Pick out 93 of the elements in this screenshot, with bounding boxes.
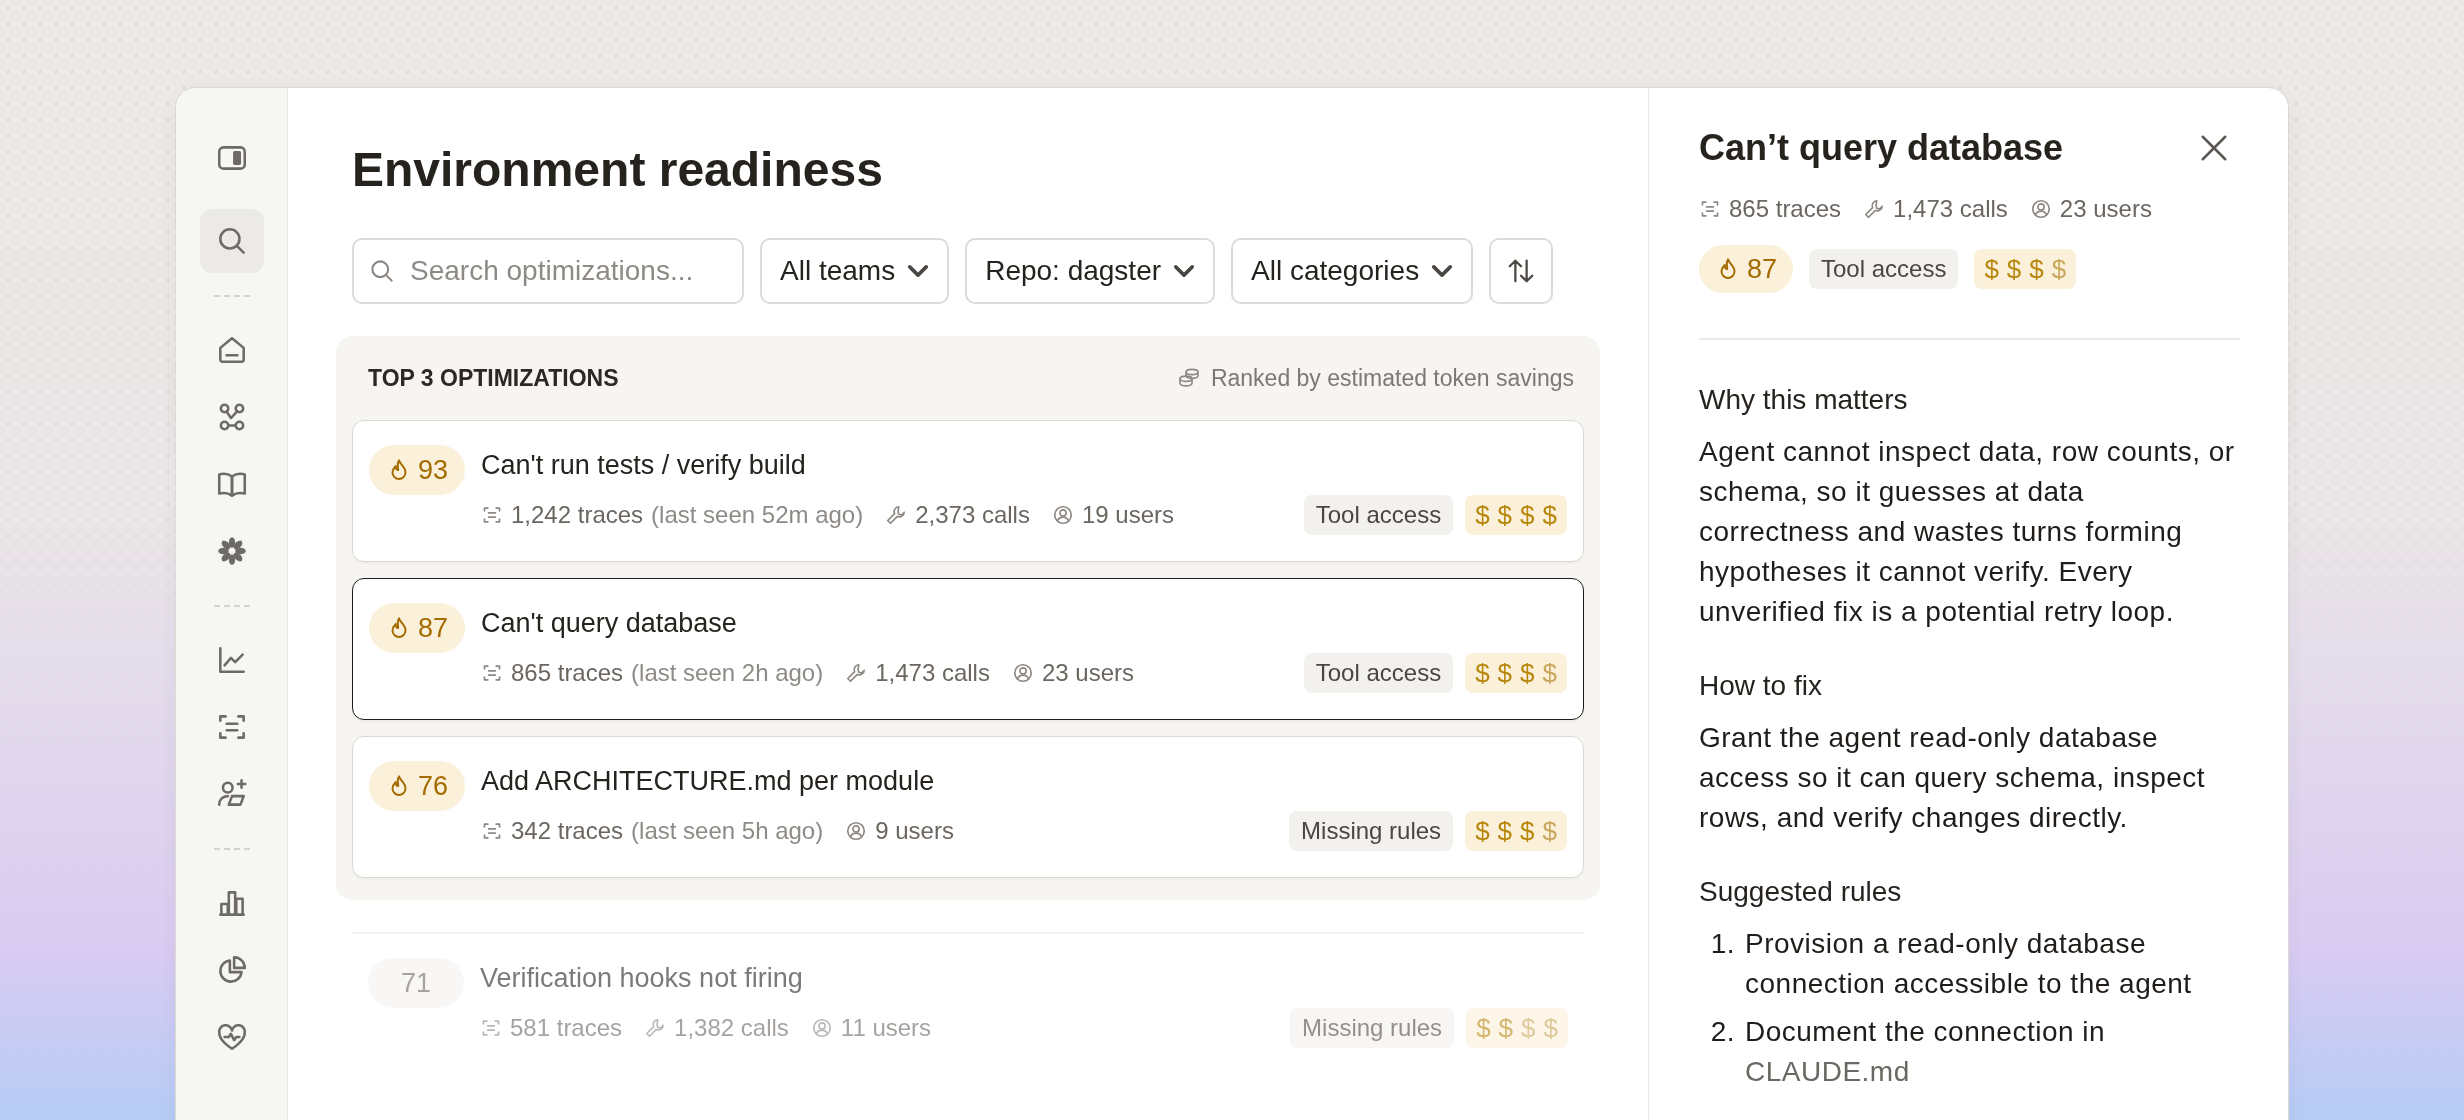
user-circle-icon bbox=[1011, 662, 1034, 684]
dollar-sign: $ bbox=[2029, 253, 2044, 285]
user-circle-icon bbox=[1051, 504, 1074, 526]
user-circle-icon bbox=[810, 1017, 833, 1039]
chevron-down-icon bbox=[907, 264, 930, 278]
traces-count: 865 traces bbox=[1729, 195, 1842, 223]
search-field[interactable]: Search optimizations... bbox=[352, 238, 744, 304]
wrench-icon bbox=[1863, 198, 1886, 220]
optimization-title: Can't query database bbox=[481, 607, 738, 640]
scan-icon bbox=[481, 662, 503, 684]
chevron-down-icon bbox=[1173, 264, 1196, 278]
category-tag: Tool access bbox=[1303, 495, 1454, 535]
sidebar-nav-button[interactable] bbox=[199, 209, 264, 273]
category-tag: Tool access bbox=[1303, 653, 1454, 693]
score-badge: 87 bbox=[1699, 245, 1793, 293]
score-badge: 93 bbox=[369, 445, 465, 495]
dollar-sign: $ bbox=[1476, 1012, 1491, 1044]
last-seen-text: (last seen 2h ago) bbox=[631, 659, 824, 687]
user-circle-icon bbox=[2029, 198, 2052, 220]
wrench-icon bbox=[644, 1017, 667, 1039]
scan-icon bbox=[481, 820, 503, 842]
users-count: 9 users bbox=[875, 817, 954, 845]
section-heading: Why this matters bbox=[1699, 383, 1909, 417]
user-circle-icon bbox=[845, 820, 868, 842]
dollar-sign: $ bbox=[1475, 657, 1490, 689]
score-badge: 76 bbox=[369, 761, 465, 811]
calls-count: 1,382 calls bbox=[674, 1014, 789, 1042]
last-seen-text: (last seen 5h ago) bbox=[631, 817, 824, 845]
dollar-sign: $ bbox=[1498, 1012, 1514, 1044]
dollar-sign: $ bbox=[1520, 657, 1535, 689]
ranking-note: Ranked by estimated token savings bbox=[1210, 364, 1574, 392]
optimization-card[interactable]: 87 Can't query database 865 traces (last seen 2h ago) 1,473 calls 23 users Tool access $ $ $ $ bbox=[352, 578, 1584, 720]
list-number: 1. bbox=[1709, 927, 1735, 961]
category-tag: Missing rules bbox=[1289, 811, 1454, 851]
section-text: Grant the agent read-only database access so it can query schema, inspect rows, and verify changes directly. bbox=[1699, 721, 2207, 835]
users-count: 23 users bbox=[2059, 195, 2152, 223]
score-badge: 71 bbox=[368, 958, 464, 1008]
dollar-sign: $ bbox=[1497, 657, 1513, 689]
wrench-icon bbox=[845, 662, 868, 684]
rule-text: Provision a read-only database connection accessible to the agent bbox=[1745, 927, 2193, 1001]
optimization-card[interactable]: 93 Can't run tests / verify build 1,242 traces (last seen 52m ago) 2,373 calls 19 users Tool access $ $ $ $ bbox=[352, 420, 1584, 562]
category-tag: Missing rules bbox=[1290, 1008, 1455, 1048]
wrench-icon bbox=[885, 504, 908, 526]
optimization-card[interactable]: 76 Add ARCHITECTURE.md per module 342 traces (last seen 5h ago) 9 users Missing rules $ $ $ $ bbox=[352, 736, 1584, 878]
dollar-sign: $ bbox=[1497, 815, 1513, 847]
detail-title: Can’t query database bbox=[1699, 126, 2064, 170]
list-number: 2. bbox=[1709, 1015, 1735, 1049]
rule-text: Document the connection in CLAUDE.md bbox=[1745, 1015, 2107, 1089]
traces-count: 1,242 traces bbox=[511, 501, 644, 529]
dollar-sign: $ bbox=[1542, 815, 1557, 847]
score-badge: 87 bbox=[369, 603, 465, 653]
filter-dropdown[interactable]: All teams bbox=[760, 238, 950, 304]
dollar-sign: $ bbox=[1521, 1012, 1536, 1044]
category-tag: Tool access bbox=[1809, 249, 1959, 289]
traces-count: 342 traces bbox=[511, 817, 624, 845]
section-heading: TOP 3 OPTIMIZATIONS bbox=[368, 364, 619, 392]
dollar-sign: $ bbox=[2051, 253, 2067, 285]
users-count: 19 users bbox=[1081, 501, 1174, 529]
calls-count: 1,473 calls bbox=[875, 659, 990, 687]
dollar-sign: $ bbox=[1542, 499, 1557, 531]
dollar-sign: $ bbox=[1475, 815, 1490, 847]
page-title: Environment readiness bbox=[352, 142, 884, 198]
search-icon bbox=[368, 257, 396, 285]
filter-dropdown[interactable]: Repo: dagster bbox=[965, 238, 1216, 304]
coins-icon bbox=[1176, 366, 1201, 390]
users-count: 11 users bbox=[840, 1014, 932, 1042]
section-text: Agent cannot inspect data, row counts, or schema, so it guesses at data correctness and wastes turns forming hypotheses it cannot verify. Every unverified fix is a potential retry loop. bbox=[1699, 435, 2236, 629]
traces-count: 865 traces bbox=[511, 659, 624, 687]
dollar-sign: $ bbox=[1543, 1012, 1558, 1044]
dollar-sign: $ bbox=[1497, 499, 1513, 531]
scan-icon bbox=[480, 1017, 502, 1039]
last-seen-text: (last seen 52m ago) bbox=[651, 501, 864, 529]
scan-icon bbox=[481, 504, 503, 526]
dollar-sign: $ bbox=[1520, 815, 1535, 847]
users-count: 23 users bbox=[1041, 659, 1134, 687]
section-heading: How to fix bbox=[1699, 669, 1823, 703]
optimization-title: Can't run tests / verify build bbox=[481, 449, 807, 482]
filter-dropdown[interactable]: All categories bbox=[1231, 238, 1474, 304]
optimization-card[interactable]: 71 Verification hooks not firing 581 traces 1,382 calls 11 users Missing rules $ $ $ $ bbox=[352, 932, 1584, 1072]
dollar-sign: $ bbox=[1475, 499, 1490, 531]
chevron-down-icon bbox=[1431, 264, 1454, 278]
sort-button[interactable] bbox=[1489, 238, 1554, 304]
dollar-sign: $ bbox=[1542, 657, 1557, 689]
calls-count: 1,473 calls bbox=[1893, 195, 2008, 223]
scan-icon bbox=[1699, 198, 1721, 220]
optimization-title: Verification hooks not firing bbox=[480, 962, 804, 995]
dollar-sign: $ bbox=[1520, 499, 1535, 531]
dollar-sign: $ bbox=[1984, 253, 1999, 285]
optimization-title: Add ARCHITECTURE.md per module bbox=[481, 765, 936, 798]
dollar-sign: $ bbox=[2006, 253, 2022, 285]
calls-count: 2,373 calls bbox=[915, 501, 1030, 529]
section-heading: Suggested rules bbox=[1699, 875, 1903, 909]
traces-count: 581 traces bbox=[510, 1014, 623, 1042]
